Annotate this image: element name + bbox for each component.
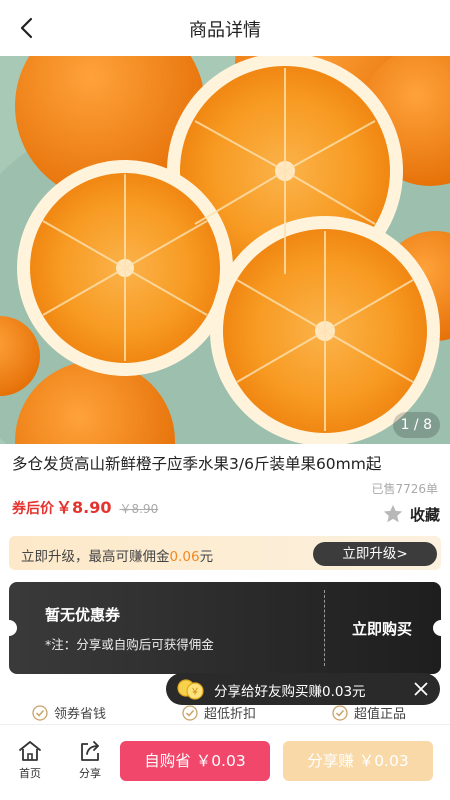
coupon-title: 暂无优惠券 (45, 606, 121, 624)
share-icon (81, 741, 99, 761)
home-icon (19, 741, 41, 761)
feature-label: 超值正品 (354, 707, 407, 722)
feature-item: 超值正品 (332, 703, 406, 722)
coins-icon: ￥ (177, 679, 204, 700)
coupon-notch-right (433, 620, 441, 636)
upgrade-banner: 立即升级，最高可赚佣金0.06元 立即升级> (9, 536, 441, 570)
product-image-gallery[interactable]: 1 / 8 (0, 56, 450, 444)
original-price: ￥8.90 (119, 502, 159, 516)
coupon-note: *注：分享或自购后可获得佣金 (45, 637, 214, 652)
share-earn-button[interactable]: 分享赚 ￥0.03 (283, 741, 433, 781)
upgrade-text-prefix: 立即升级，最高可赚佣金 (21, 549, 170, 565)
coupon-notch-left (9, 620, 17, 636)
share-toast[interactable]: ￥ 分享给好友购买赚0.03元 (166, 673, 440, 705)
check-circle-icon (32, 704, 48, 721)
toast-message: 分享给好友购买赚0.03元 (214, 684, 366, 700)
close-icon[interactable] (412, 680, 430, 698)
buy-now-button[interactable]: 立即购买 (337, 618, 427, 639)
favorite-label: 收藏 (409, 505, 440, 524)
self-buy-button[interactable]: 自购省 ￥0.03 (120, 741, 270, 781)
upgrade-button[interactable]: 立即升级> (313, 542, 437, 566)
commission-amount: 0.06 (169, 549, 200, 565)
commission-unit: 元 (199, 549, 214, 565)
check-circle-icon (332, 704, 348, 721)
svg-text:￥: ￥ (190, 688, 199, 698)
price-row: 券后价 ￥8.90 ￥8.90 (12, 494, 159, 517)
sold-count: 已售7726单 (371, 482, 438, 496)
tab-share[interactable]: 分享 (70, 739, 110, 781)
coupon-card: 暂无优惠券 *注：分享或自购后可获得佣金 立即购买 (9, 582, 441, 674)
feature-label: 超低折扣 (204, 707, 257, 722)
coupon-divider (324, 590, 325, 666)
image-pager-indicator: 1 / 8 (392, 412, 440, 438)
feature-label: 领券省钱 (54, 707, 107, 722)
favorite-button[interactable]: 收藏 (382, 503, 440, 525)
product-title: 多仓发货高山新鲜橙子应季水果3/6斤装单果60mm起 (12, 455, 382, 473)
bottom-action-bar: 首页 分享 自购省 ￥0.03 分享赚 ￥0.03 (0, 724, 450, 800)
upgrade-text: 立即升级，最高可赚佣金0.06元 (21, 545, 213, 565)
coupon-price: ￥8.90 (56, 498, 112, 517)
page-title: 商品详情 (189, 20, 261, 41)
product-image (0, 56, 450, 444)
tab-share-label: 分享 (79, 767, 101, 780)
feature-item: 超低折扣 (182, 703, 256, 722)
top-nav-bar: 商品详情 (0, 0, 450, 56)
check-circle-icon (182, 704, 198, 721)
star-icon (383, 504, 403, 523)
price-label: 券后价 (12, 501, 54, 517)
tab-home[interactable]: 首页 (10, 739, 50, 781)
feature-item: 领券省钱 (32, 703, 106, 722)
tab-home-label: 首页 (19, 767, 41, 780)
